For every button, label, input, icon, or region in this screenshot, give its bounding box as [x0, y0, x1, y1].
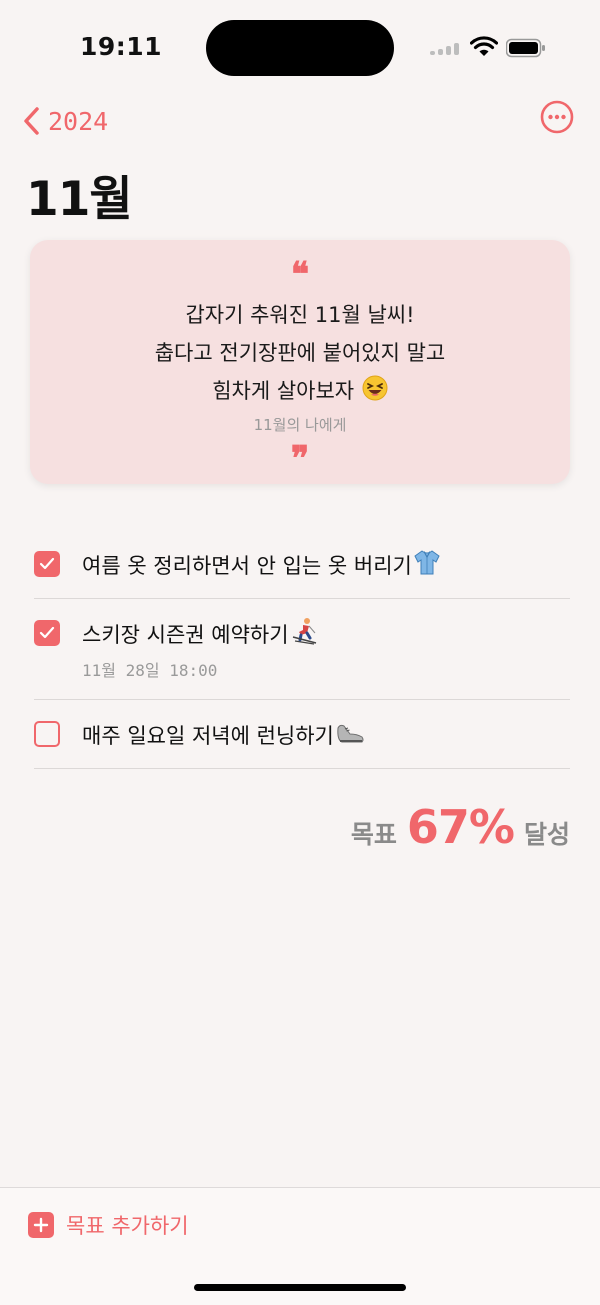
battery-icon: [506, 38, 545, 58]
status-bar: 19:11: [0, 0, 600, 96]
laughing-face-icon: [362, 375, 388, 401]
goal-progress-summary: 목표 67% 달성: [351, 800, 570, 854]
checkbox-unchecked[interactable]: [34, 721, 60, 747]
quote-line: 갑자기 추워진 11월 날씨!: [185, 303, 415, 327]
checkbox-checked[interactable]: [34, 551, 60, 577]
back-button[interactable]: 2024: [22, 104, 108, 138]
quote-line: 춥다고 전기장판에 붙어있지 말고: [154, 341, 446, 365]
shirt-icon: [414, 550, 440, 575]
more-options-icon[interactable]: [540, 100, 574, 134]
quote-line-with-emoji: 힘차게 살아보자: [30, 372, 570, 410]
quote-line: 힘차게 살아보자: [212, 379, 355, 403]
quote-text: 갑자기 추워진 11월 날씨! 춥다고 전기장판에 붙어있지 말고 힘차게 살아…: [30, 296, 570, 410]
progress-percentage: 67%: [406, 800, 515, 854]
dynamic-island: [206, 20, 394, 76]
chevron-left-icon: [24, 107, 39, 135]
add-goal-label: 목표 추가하기: [66, 1214, 189, 1238]
home-indicator[interactable]: [194, 1284, 406, 1291]
cellular-signal-icon: [430, 43, 462, 55]
back-label: 2024: [48, 106, 109, 136]
status-time: 19:11: [80, 32, 163, 61]
add-goal-button[interactable]: 목표 추가하기: [28, 1210, 189, 1240]
summary-suffix: 달성: [523, 820, 570, 849]
goal-label: 매주 일요일 저녁에 런닝하기: [82, 724, 334, 748]
monthly-quote-card[interactable]: ❝ 갑자기 추워진 11월 날씨! 춥다고 전기장판에 붙어있지 말고 힘차게 …: [30, 240, 570, 484]
goal-text: 스키장 시즌권 예약하기: [82, 617, 318, 649]
goal-label: 스키장 시즌권 예약하기: [82, 623, 289, 647]
checkmark-icon: [39, 626, 55, 639]
wifi-icon: [470, 36, 498, 56]
goal-item[interactable]: 매주 일요일 저녁에 런닝하기: [34, 700, 570, 769]
close-quote-icon: ❞: [290, 439, 310, 479]
summary-prefix: 목표: [350, 820, 397, 849]
goal-text: 매주 일요일 저녁에 런닝하기: [82, 718, 365, 750]
goal-item[interactable]: 스키장 시즌권 예약하기 11월 28일 18:00: [34, 599, 570, 700]
plus-icon: [28, 1212, 54, 1238]
quote-caption: 11월의 나에게: [253, 416, 347, 434]
goal-label: 여름 옷 정리하면서 안 입는 옷 버리기: [82, 554, 412, 578]
navigation-bar: 2024: [0, 96, 600, 146]
sneaker-icon: [337, 724, 364, 743]
goal-text: 여름 옷 정리하면서 안 입는 옷 버리기: [82, 548, 441, 580]
checkmark-icon: [39, 557, 55, 570]
goal-list: 여름 옷 정리하면서 안 입는 옷 버리기 스키장 시즌권 예약하기 11월 2…: [34, 530, 570, 769]
checkbox-checked[interactable]: [34, 620, 60, 646]
open-quote-icon: ❝: [290, 255, 310, 295]
skier-icon: [292, 618, 316, 645]
bottom-toolbar: 목표 추가하기: [0, 1187, 600, 1305]
goal-due-date: 11월 28일 18:00: [82, 661, 218, 680]
page-title: 11월: [26, 172, 133, 227]
goal-item[interactable]: 여름 옷 정리하면서 안 입는 옷 버리기: [34, 530, 570, 599]
